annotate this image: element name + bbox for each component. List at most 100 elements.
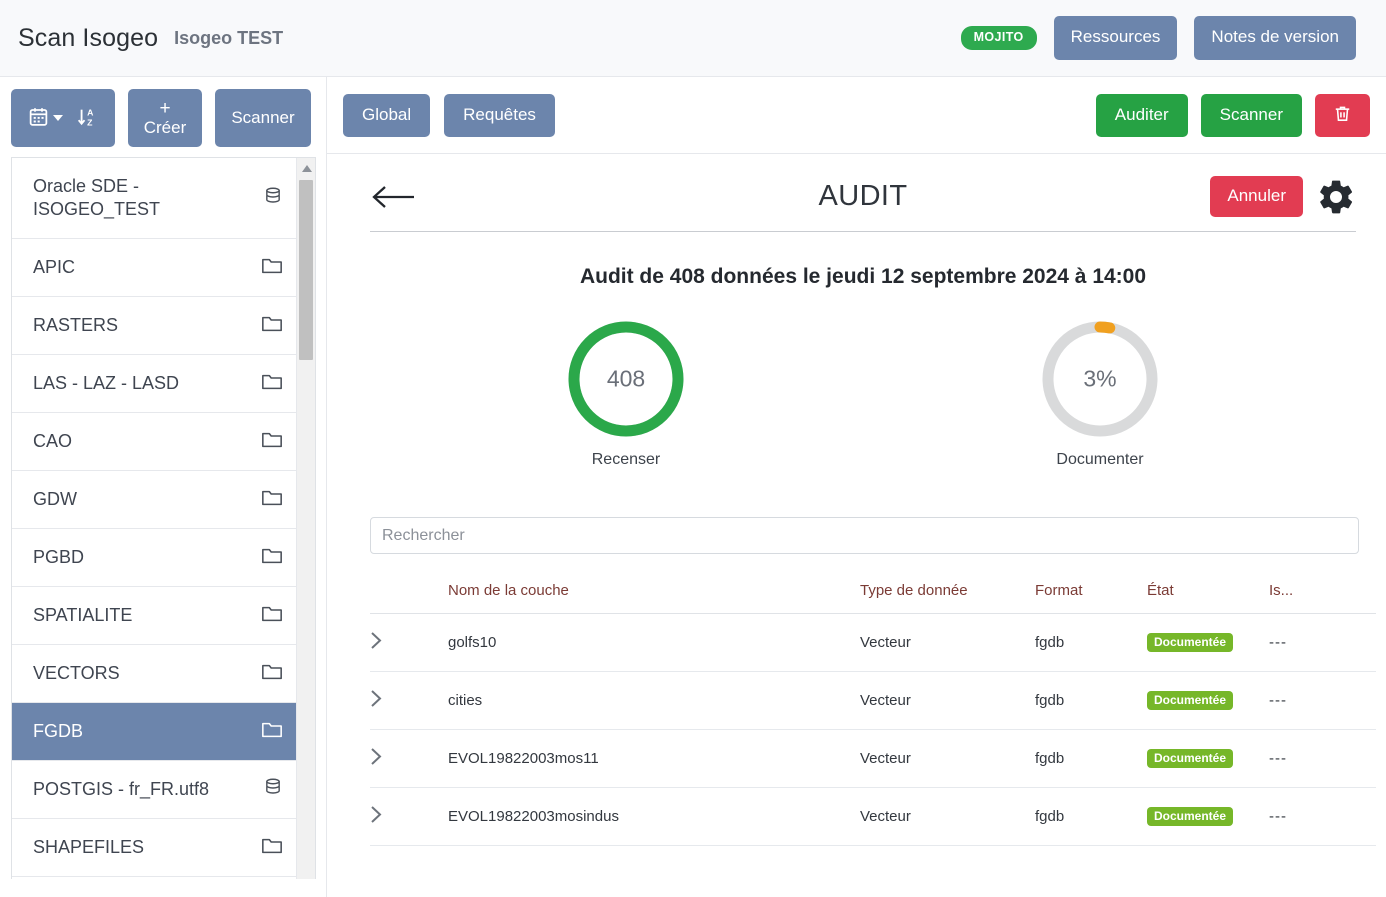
sidebar-item[interactable]: PGBD <box>12 529 297 587</box>
sidebar-item-label: SHAPEFILES <box>33 836 145 857</box>
gear-icon <box>1316 180 1356 220</box>
chevron-right-icon <box>370 632 383 654</box>
sidebar-item-label: PGBD <box>33 546 85 567</box>
folder-icon <box>261 372 283 396</box>
plus-icon: + <box>159 98 171 120</box>
table-row[interactable]: EVOL19822003mos11 Vecteur fgdb Documentée --… <box>370 729 1376 789</box>
trash-icon <box>1333 104 1352 127</box>
calendar-dropdown[interactable] <box>28 106 63 130</box>
sidebar-item[interactable]: Oracle SDE - ISOGEO_TEST <box>12 158 297 239</box>
folder-icon <box>261 256 283 280</box>
sidebar-item[interactable]: APIC <box>12 239 297 297</box>
table-head: Nom de la couche Type de donnée Format É… <box>370 576 1376 615</box>
status-badge: Documentée <box>1147 749 1234 769</box>
tab-global[interactable]: Global <box>343 93 431 138</box>
table-row[interactable]: EVOL19822003mosindus Vecteur fgdb Documenté… <box>370 787 1376 847</box>
sidebar-scan-button[interactable]: Scanner <box>215 89 311 147</box>
release-notes-button[interactable]: Notes de version <box>1194 16 1356 60</box>
cell-is: --- <box>1269 787 1376 847</box>
mojito-badge: MOJITO <box>960 26 1037 50</box>
sidebar-item-label: LAS - LAZ - LASD <box>33 372 180 393</box>
sidebar-item-label: SPATIALITE <box>33 604 133 625</box>
folder-icon <box>261 836 283 860</box>
sidebar-scrollbar[interactable] <box>296 158 315 879</box>
arrow-left-icon <box>370 185 416 213</box>
sidebar-item[interactable]: RASTERS <box>12 297 297 355</box>
gauge-value: 408 <box>606 365 646 392</box>
scroll-up-arrow-icon[interactable] <box>302 165 312 172</box>
row-expand-toggle[interactable] <box>370 613 448 673</box>
sidebar-item[interactable]: POSTGIS - fr_FR.utf8 <box>12 761 297 819</box>
create-button[interactable]: + Créer <box>128 89 202 147</box>
row-expand-toggle[interactable] <box>370 729 448 789</box>
audit-button[interactable]: Auditer <box>1095 93 1188 138</box>
header-actions: MOJITO Ressources Notes de version <box>960 16 1356 60</box>
tab-requetes[interactable]: Requêtes <box>444 93 555 138</box>
cell-data-type: Vecteur <box>860 787 1035 847</box>
cell-is: --- <box>1269 671 1376 731</box>
cell-is: --- <box>1269 729 1376 789</box>
database-icon <box>263 777 283 802</box>
svg-text:Z: Z <box>87 117 93 127</box>
sidebar-item[interactable]: CAO <box>12 413 297 471</box>
main-panel: Global Requêtes Auditer Scanner AUDIT An… <box>327 77 1386 897</box>
cell-format: fgdb <box>1035 671 1147 731</box>
th-expand <box>370 576 448 615</box>
folder-icon <box>261 314 283 338</box>
cell-layer-name: cities <box>448 671 860 731</box>
sidebar-item-label: VECTORS <box>33 662 120 683</box>
gauge-row: 408 Recenser 3% Documenter <box>370 317 1356 469</box>
cancel-button[interactable]: Annuler <box>1210 176 1303 218</box>
sidebar-item-label: APIC <box>33 256 76 277</box>
cell-format: fgdb <box>1035 613 1147 673</box>
sidebar-item-label: FGDB <box>33 720 84 741</box>
resources-button[interactable]: Ressources <box>1053 16 1178 60</box>
th-format: Format <box>1035 576 1147 615</box>
sidebar-item-label: RASTERS <box>33 314 119 335</box>
status-badge: Documentée <box>1147 633 1234 653</box>
audit-table: Nom de la couche Type de donnée Format É… <box>370 576 1376 847</box>
delete-button[interactable] <box>1315 93 1370 137</box>
app-brand-title: Scan Isogeo <box>18 23 159 52</box>
datasource-list: Oracle SDE - ISOGEO_TEST APIC RASTERS LAS - … <box>12 158 297 877</box>
back-button[interactable] <box>370 184 416 210</box>
search-input[interactable] <box>370 517 1359 555</box>
cell-is: --- <box>1269 613 1376 673</box>
settings-button[interactable] <box>1316 177 1356 217</box>
sidebar-item[interactable]: SHAPEFILES <box>12 819 297 877</box>
cell-layer-name: golfs10 <box>448 613 860 673</box>
sidebar-item[interactable]: VECTORS <box>12 645 297 703</box>
main-toolbar-actions: Auditer Scanner <box>1095 93 1370 138</box>
sort-alpha-icon[interactable]: A Z <box>77 106 99 131</box>
datasource-list-container: Oracle SDE - ISOGEO_TEST APIC RASTERS LAS - … <box>11 157 316 879</box>
gauge-caption: Recenser <box>591 451 661 469</box>
cell-layer-name: EVOL19822003mos11 <box>448 729 860 789</box>
sidebar-item-label: CAO <box>33 430 73 451</box>
scan-button[interactable]: Scanner <box>1200 93 1302 138</box>
table-row[interactable]: cities Vecteur fgdb Documentée --- <box>370 671 1376 731</box>
chevron-right-icon <box>370 806 383 828</box>
folder-icon <box>261 546 283 570</box>
row-expand-toggle[interactable] <box>370 787 448 847</box>
left-panel: A Z + Créer Scanner Oracle SDE - ISOGEO_T… <box>0 77 327 897</box>
sidebar-item[interactable]: LAS - LAZ - LASD <box>12 355 297 413</box>
gauge-ring: 408 <box>564 317 688 441</box>
sidebar-item[interactable]: SPATIALITE <box>12 587 297 645</box>
scrollbar-thumb[interactable] <box>299 180 313 360</box>
folder-icon <box>261 604 283 628</box>
chevron-right-icon <box>370 748 383 770</box>
table-header-row: Nom de la couche Type de donnée Format É… <box>370 576 1376 615</box>
filter-sort-group[interactable]: A Z <box>11 89 115 147</box>
sidebar-item[interactable]: GDW <box>12 471 297 529</box>
cell-state: Documentée <box>1147 613 1269 673</box>
audit-section: AUDIT Annuler Audit de 408 données le je… <box>327 154 1386 469</box>
sidebar-item[interactable]: FGDB <box>12 703 297 761</box>
calendar-icon <box>28 106 49 130</box>
row-expand-toggle[interactable] <box>370 671 448 731</box>
cell-layer-name: EVOL19822003mosindus <box>448 787 860 847</box>
table-row[interactable]: golfs10 Vecteur fgdb Documentée --- <box>370 613 1376 673</box>
th-data-type: Type de donnée <box>860 576 1035 615</box>
gauge: 408 Recenser <box>564 317 688 469</box>
sidebar-item-label: Oracle SDE - ISOGEO_TEST <box>33 175 161 219</box>
status-badge: Documentée <box>1147 807 1234 827</box>
